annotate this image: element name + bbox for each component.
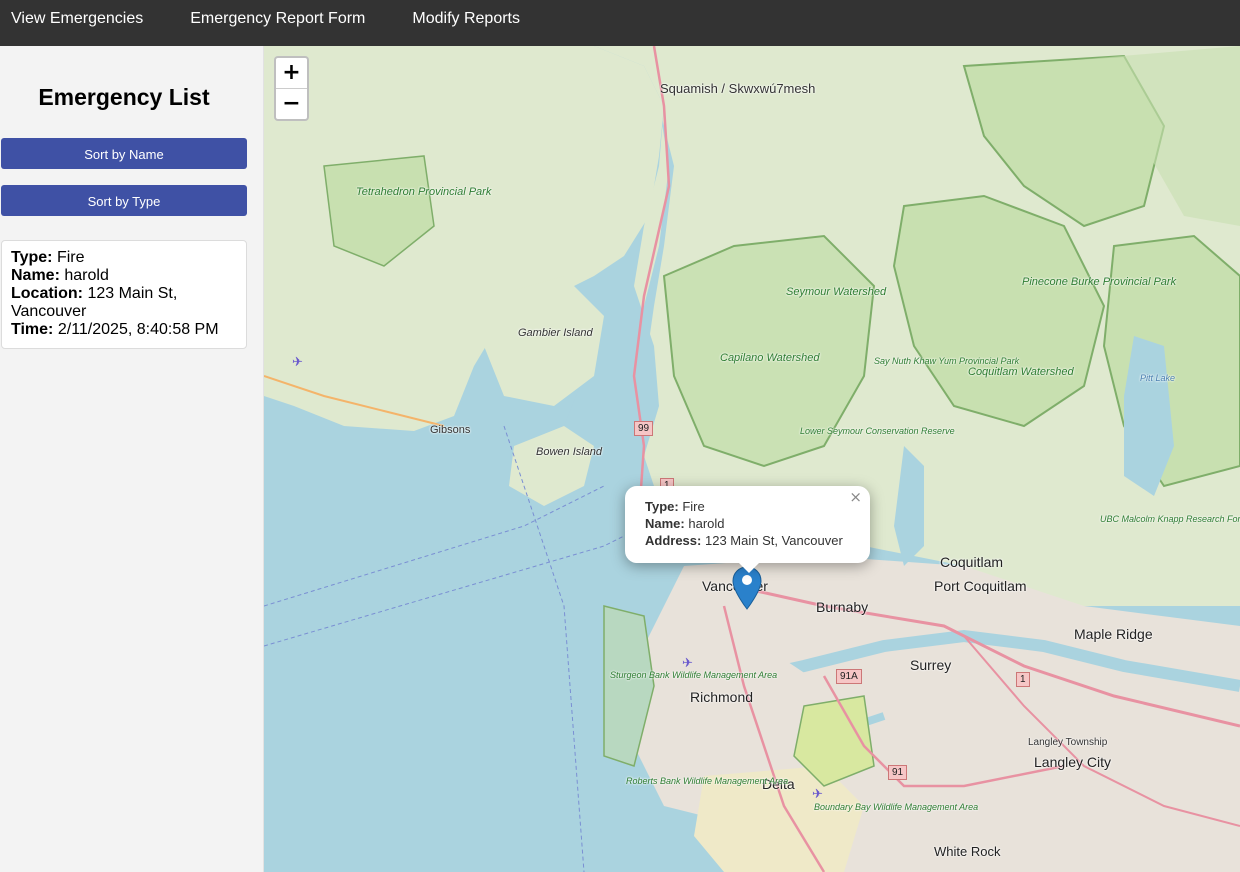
popup-name-value: harold bbox=[688, 516, 725, 531]
highway-1-shield-east: 1 bbox=[1016, 672, 1030, 687]
label-burnaby: Burnaby bbox=[816, 599, 869, 615]
popup-type-label: Type: bbox=[645, 499, 679, 514]
card-location-label: Location: bbox=[11, 285, 83, 302]
highway-91-shield: 91 bbox=[888, 765, 908, 780]
popup-close-icon[interactable]: × bbox=[849, 489, 862, 506]
card-time-row: Time: 2/11/2025, 8:40:58 PM bbox=[11, 321, 237, 339]
card-time-value: 2/11/2025, 8:40:58 PM bbox=[57, 321, 219, 338]
card-time-label: Time: bbox=[11, 321, 54, 338]
label-pitt-lake: Pitt Lake bbox=[1140, 373, 1176, 383]
card-name-value: harold bbox=[64, 267, 109, 284]
label-gibsons: Gibsons bbox=[430, 424, 471, 436]
popup-content: Type: Fire Name: harold Address: 123 Mai… bbox=[645, 498, 843, 549]
label-squamish: Squamish / Skwxwú7mesh bbox=[660, 81, 816, 96]
label-richmond: Richmond bbox=[690, 689, 754, 705]
label-surrey: Surrey bbox=[910, 657, 952, 673]
label-maple-ridge: Maple Ridge bbox=[1074, 626, 1153, 642]
label-boundary: Boundary Bay Wildlife Management Area bbox=[814, 802, 979, 812]
label-bowen: Bowen Island bbox=[536, 446, 603, 458]
label-langley-city: Langley City bbox=[1034, 754, 1112, 770]
card-name-label: Name: bbox=[11, 267, 60, 284]
highway-99-shield: 99 bbox=[634, 421, 654, 436]
sort-by-name-button[interactable]: Sort by Name bbox=[1, 138, 247, 169]
label-coquitlam: Coquitlam bbox=[940, 554, 1004, 570]
popup-address-label: Address: bbox=[645, 533, 702, 548]
sort-by-type-button[interactable]: Sort by Type bbox=[1, 185, 247, 216]
nav-emergency-report-form[interactable]: Emergency Report Form bbox=[190, 0, 365, 28]
popup-type-value: Fire bbox=[682, 499, 705, 514]
label-gambier: Gambier Island bbox=[518, 327, 593, 339]
map-view[interactable]: + − Squamish / Skwxwú7mesh Tetrahedron P… bbox=[264, 46, 1240, 872]
label-coquitlam-watershed: Coquitlam Watershed bbox=[968, 366, 1074, 378]
card-location-row: Location: 123 Main St, Vancouver bbox=[11, 285, 237, 321]
popup-address-row: Address: 123 Main St, Vancouver bbox=[645, 532, 843, 549]
card-type-value: Fire bbox=[56, 249, 85, 266]
top-nav: View Emergencies Emergency Report Form M… bbox=[0, 0, 1240, 46]
airport-icon: ✈ bbox=[812, 786, 823, 801]
popup-type-row: Type: Fire bbox=[645, 498, 843, 515]
label-lower-seymour: Lower Seymour Conservation Reserve bbox=[800, 426, 955, 436]
nav-modify-reports[interactable]: Modify Reports bbox=[412, 0, 520, 28]
label-langley-township: Langley Township bbox=[1028, 737, 1108, 748]
label-say-nuth: Say Nuth Khaw Yum Provincial Park bbox=[874, 356, 1020, 366]
label-sturgeon: Sturgeon Bank Wildlife Management Area bbox=[610, 670, 778, 680]
nav-view-emergencies[interactable]: View Emergencies bbox=[11, 0, 143, 28]
label-seymour: Seymour Watershed bbox=[786, 286, 887, 298]
label-pinecone: Pinecone Burke Provincial Park bbox=[1022, 276, 1177, 288]
label-tetrahedron: Tetrahedron Provincial Park bbox=[356, 186, 492, 198]
airport-icon: ✈ bbox=[682, 655, 693, 670]
label-capilano: Capilano Watershed bbox=[720, 352, 820, 364]
popup-address-value: 123 Main St, Vancouver bbox=[704, 533, 843, 548]
emergency-card[interactable]: Type: Fire Name: harold Location: 123 Ma… bbox=[1, 240, 247, 349]
emergency-sidebar: Emergency List Sort by Name Sort by Type… bbox=[0, 46, 264, 872]
card-type-row: Type: Fire bbox=[11, 249, 237, 267]
label-ubc-forest: UBC Malcolm Knapp Research Forest bbox=[1100, 514, 1240, 524]
popup-name-label: Name: bbox=[645, 516, 685, 531]
highway-91a-shield: 91A bbox=[836, 669, 862, 684]
label-port-coquitlam: Port Coquitlam bbox=[934, 578, 1027, 594]
card-name-row: Name: harold bbox=[11, 267, 237, 285]
sidebar-title: Emergency List bbox=[38, 84, 210, 110]
zoom-control: + − bbox=[274, 56, 309, 121]
card-type-label: Type: bbox=[11, 249, 53, 266]
label-white-rock: White Rock bbox=[934, 844, 1001, 859]
emergency-popup: × Type: Fire Name: harold Address: 123 M… bbox=[625, 486, 870, 573]
popup-name-row: Name: harold bbox=[645, 515, 843, 532]
map-tiles[interactable] bbox=[264, 46, 1240, 872]
zoom-in-button[interactable]: + bbox=[276, 58, 307, 88]
zoom-out-button[interactable]: − bbox=[276, 88, 307, 119]
popup-tip bbox=[738, 562, 760, 573]
airport-icon: ✈ bbox=[292, 354, 303, 369]
label-roberts: Roberts Bank Wildlife Management Area bbox=[626, 776, 789, 786]
